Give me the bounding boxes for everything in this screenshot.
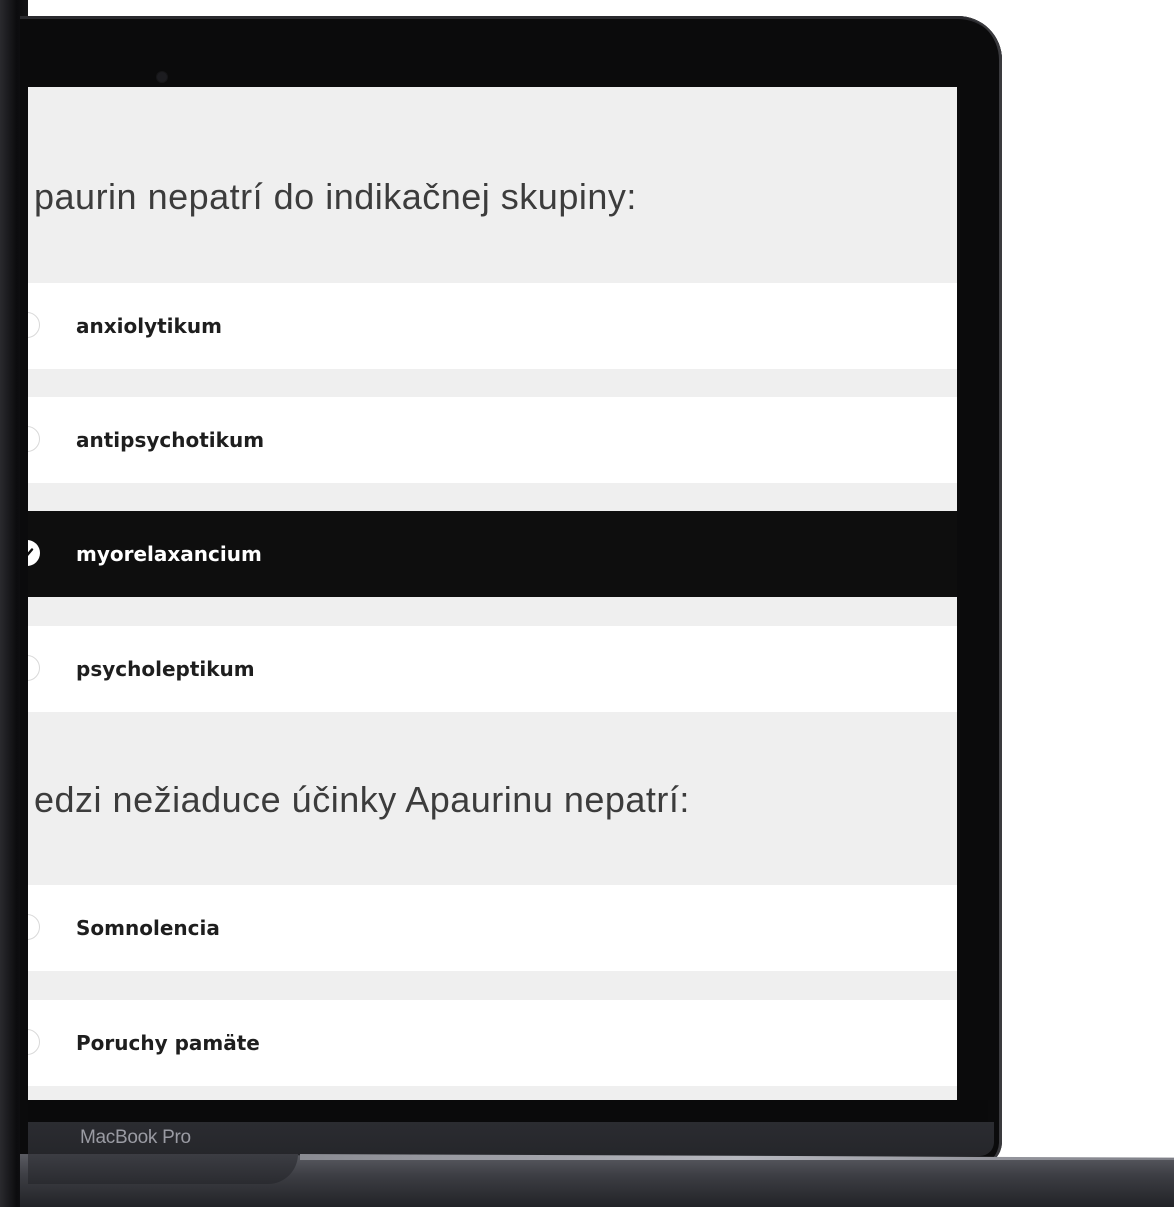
brand-label: MacBook Pro (80, 1127, 191, 1148)
answer-option-psycholeptikum[interactable]: psycholeptikum (28, 626, 957, 712)
answer-option-myorelaxancium[interactable]: myorelaxancium (28, 511, 957, 597)
answer-label: anxiolytikum (76, 314, 222, 338)
answer-label: Poruchy pamäte (76, 1031, 260, 1055)
check-icon[interactable] (28, 540, 40, 566)
answer-label: Somnolencia (76, 916, 220, 940)
radio-button[interactable] (28, 426, 40, 452)
answer-label: psycholeptikum (76, 657, 255, 681)
quiz-screen[interactable]: paurin nepatrí do indikačnej skupiny: an… (28, 87, 957, 1100)
laptop-hinge-notch (28, 1154, 298, 1184)
radio-button[interactable] (28, 914, 40, 940)
camera-icon (157, 72, 167, 82)
radio-button[interactable] (28, 655, 40, 681)
answer-option-anxiolytikum[interactable]: anxiolytikum (28, 283, 957, 369)
page: paurin nepatrí do indikačnej skupiny: an… (0, 0, 1174, 1207)
question-1-title: paurin nepatrí do indikačnej skupiny: (34, 176, 637, 217)
answer-option-poruchy-pamate[interactable]: Poruchy pamäte (28, 1000, 957, 1086)
answer-label: antipsychotikum (76, 428, 265, 452)
bezel-chin (28, 1100, 988, 1122)
radio-button[interactable] (28, 312, 40, 338)
question-2-title: edzi nežiaduce účinky Apaurinu nepatrí: (34, 779, 690, 820)
answer-option-antipsychotikum[interactable]: antipsychotikum (28, 397, 957, 483)
radio-button[interactable] (28, 1029, 40, 1055)
answer-label: myorelaxancium (76, 542, 262, 566)
answer-option-somnolencia[interactable]: Somnolencia (28, 885, 957, 971)
